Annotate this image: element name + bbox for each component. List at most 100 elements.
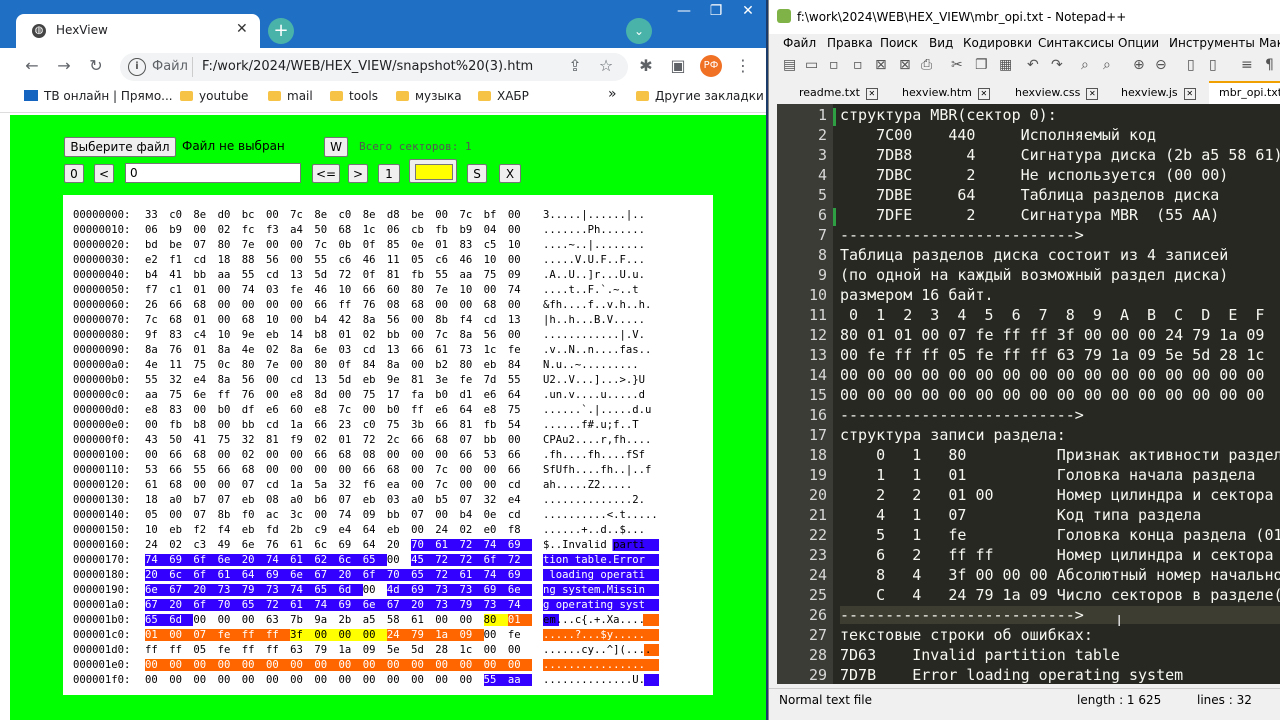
hex-byte[interactable]: 00 (508, 299, 532, 311)
cut-icon[interactable]: ✂ (951, 57, 963, 73)
hex-byte[interactable]: 07 (339, 494, 363, 506)
hex-byte[interactable]: 00 (314, 629, 339, 641)
hex-byte[interactable]: 00 (266, 674, 290, 686)
hex-byte[interactable]: b5 (435, 494, 459, 506)
hex-byte[interactable]: 20 (338, 569, 363, 581)
hex-byte[interactable]: 70 (217, 599, 242, 611)
hex-byte[interactable]: ff (241, 629, 266, 641)
hex-byte[interactable]: 00 (411, 314, 435, 326)
hex-byte[interactable]: ac (266, 509, 290, 521)
hex-byte[interactable]: 8d (314, 389, 338, 401)
hex-byte[interactable]: 00 (169, 674, 193, 686)
hex-byte[interactable]: 80 (459, 359, 483, 371)
hex-byte[interactable]: 7c (290, 209, 314, 221)
hex-byte[interactable]: 00 (387, 449, 411, 461)
bookmark-folder[interactable]: mail (268, 89, 313, 103)
hex-byte[interactable]: 66 (169, 464, 193, 476)
bookmark-item[interactable]: ТВ онлайн | Прямо... (24, 89, 173, 103)
close-icon[interactable]: ⊠ (875, 57, 887, 73)
hex-byte[interactable]: 8a (290, 344, 314, 356)
menu-syntax[interactable]: Синтаксисы (1038, 36, 1114, 50)
hex-byte[interactable]: eb (266, 329, 290, 341)
close-icon[interactable]: ✕ (1086, 88, 1099, 100)
hex-byte[interactable]: 72 (459, 539, 484, 551)
hex-byte[interactable]: 55 (483, 674, 508, 686)
first-sector-button[interactable]: 0 (64, 164, 84, 183)
hex-byte[interactable]: 72 (363, 434, 387, 446)
hex-byte[interactable]: 18 (145, 494, 169, 506)
file-tab-hexview-css[interactable]: hexview.css ✕ (1015, 83, 1099, 104)
hex-byte[interactable]: 07 (193, 509, 217, 521)
hex-byte[interactable]: 61 (435, 344, 459, 356)
hex-byte[interactable]: 55 (435, 269, 459, 281)
hex-byte[interactable]: b2 (435, 359, 459, 371)
hex-byte[interactable]: cd (508, 509, 532, 521)
code-line[interactable]: структура записи раздела: (840, 426, 1066, 444)
hex-byte[interactable]: 74 (507, 599, 532, 611)
hex-byte[interactable]: aa (145, 389, 169, 401)
hex-byte[interactable]: 0f (339, 359, 363, 371)
hex-byte[interactable]: c3 (193, 539, 217, 551)
hex-byte[interactable]: 83 (169, 404, 193, 416)
hex-byte[interactable]: 85 (387, 239, 411, 251)
hex-byte[interactable]: 6f (193, 569, 218, 581)
hex-byte[interactable]: 61 (145, 479, 169, 491)
hex-byte[interactable]: 02 (242, 449, 266, 461)
hex-byte[interactable]: eb (242, 494, 266, 506)
hex-byte[interactable]: 05 (193, 644, 218, 656)
hex-byte[interactable]: ff (145, 644, 170, 656)
code-line[interactable]: 7DBE 64 Таблица разделов диска (840, 186, 1219, 204)
hex-byte[interactable]: 32 (484, 494, 508, 506)
hex-byte[interactable]: 01 (193, 314, 217, 326)
hex-byte[interactable]: 00 (483, 659, 508, 671)
hex-byte[interactable]: 03 (266, 284, 290, 296)
hex-byte[interactable]: 10 (339, 284, 363, 296)
bookmark-folder[interactable]: tools (330, 89, 378, 103)
hex-byte[interactable]: bb (242, 419, 266, 431)
hex-byte[interactable]: 75 (484, 269, 508, 281)
hex-byte[interactable]: 10 (508, 239, 532, 251)
hex-byte[interactable]: 00 (362, 629, 387, 641)
code-line[interactable]: 7C00 440 Исполняемый код (840, 126, 1156, 144)
hex-byte[interactable]: b7 (193, 494, 217, 506)
hex-byte[interactable]: 4d (386, 584, 412, 596)
hex-byte[interactable]: 00 (218, 284, 242, 296)
hex-byte[interactable]: 09 (508, 269, 532, 281)
hex-byte[interactable]: 75 (363, 389, 387, 401)
hex-byte[interactable]: 69 (265, 569, 291, 581)
hex-byte[interactable]: 58 (387, 614, 411, 626)
hex-byte[interactable]: 6e (193, 389, 217, 401)
hex-byte[interactable]: 1c (484, 344, 508, 356)
hex-byte[interactable]: 00 (193, 659, 218, 671)
hex-byte[interactable]: 32 (339, 479, 363, 491)
hex-byte[interactable]: 80 (314, 359, 338, 371)
url-text[interactable]: F:/work/2024/WEB/HEX_VIEW/snapshot%20(3)… (202, 59, 533, 74)
hex-byte[interactable]: 9a (314, 614, 338, 626)
hex-byte[interactable]: c4 (193, 329, 217, 341)
code-line[interactable]: размером 16 байт. (840, 286, 994, 304)
hex-byte[interactable]: 46 (314, 284, 338, 296)
hex-byte[interactable]: 66 (314, 299, 338, 311)
hex-byte[interactable]: 00 (314, 509, 338, 521)
hex-byte[interactable]: 10 (218, 329, 242, 341)
hex-byte[interactable]: 10 (484, 254, 508, 266)
hex-byte[interactable]: 0e (411, 239, 435, 251)
hex-byte[interactable]: 2b (290, 524, 314, 536)
code-line[interactable]: 80 01 01 00 07 fe ff ff 3f 00 00 00 24 7… (840, 326, 1264, 344)
hex-byte[interactable]: 00 (242, 674, 266, 686)
hex-byte[interactable]: 00 (338, 629, 363, 641)
hex-byte[interactable]: 01 (145, 629, 170, 641)
code-line[interactable]: 1 1 01 Головка начала раздела (840, 466, 1255, 484)
hex-byte[interactable]: 68 (242, 464, 266, 476)
hex-byte[interactable]: cd (266, 269, 290, 281)
hex-byte[interactable]: 68 (484, 299, 508, 311)
code-line[interactable]: текстовые строки об ошибках: (840, 626, 1093, 644)
hex-byte[interactable]: 74 (242, 284, 266, 296)
hex-byte[interactable]: 00 (266, 449, 290, 461)
hex-byte[interactable]: 11 (387, 254, 411, 266)
hex-byte[interactable]: 70 (386, 569, 412, 581)
find-icon[interactable]: ⌕ (1081, 57, 1089, 73)
hex-byte[interactable]: 00 (362, 584, 387, 596)
redo-icon[interactable]: ↷ (1051, 57, 1063, 73)
hex-byte[interactable]: b8 (314, 329, 338, 341)
